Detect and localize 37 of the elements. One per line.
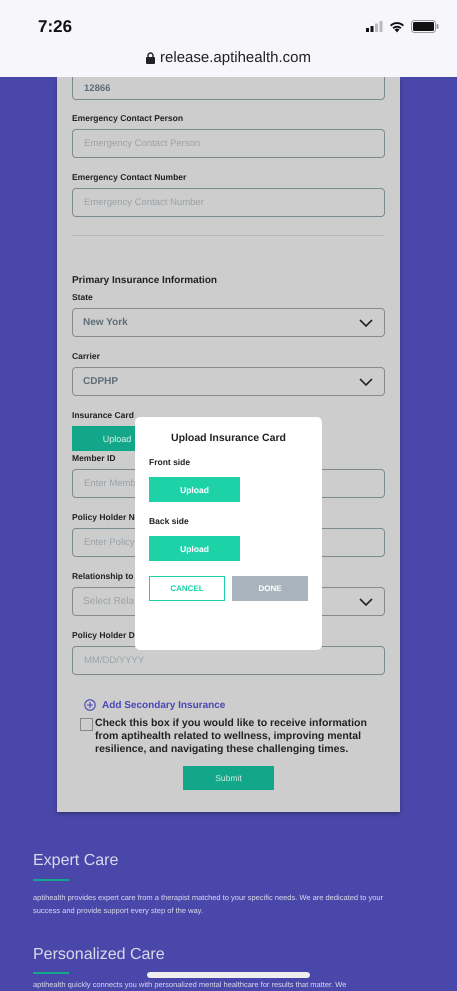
side-label: Back side <box>149 516 190 526</box>
signal-icon <box>366 21 383 32</box>
field-label: Insurance Card <box>72 410 134 421</box>
chevron-down-icon <box>359 318 373 326</box>
lock-icon <box>146 52 156 64</box>
chevron-down-icon <box>359 378 373 386</box>
select-field[interactable]: CDPHP <box>72 367 385 396</box>
field-label: Emergency Contact Number <box>72 172 186 183</box>
select-field[interactable]: New York <box>72 308 385 337</box>
wifi-icon <box>389 20 405 32</box>
chevron-down-icon <box>359 598 373 606</box>
submit-button[interactable]: Submit <box>183 766 274 790</box>
field-label: State <box>72 292 93 303</box>
feature-title: Personalized Care <box>33 946 166 964</box>
input-field[interactable]: 12866 <box>72 77 385 100</box>
cancel-button[interactable]: CANCEL <box>149 576 225 601</box>
upload-button[interactable]: Upload <box>149 536 240 561</box>
consent-checkbox[interactable] <box>80 718 93 731</box>
title-underline <box>33 879 69 881</box>
url-text[interactable]: release.aptihealth.com <box>160 49 311 66</box>
side-label: Front side <box>149 457 192 467</box>
battery-icon <box>411 20 439 33</box>
feature-title: Expert Care <box>33 852 120 870</box>
plus-circle-icon[interactable] <box>84 699 96 711</box>
field-label: Policy Holder N <box>72 512 135 523</box>
clock-time: 7:26 <box>38 17 72 37</box>
field-label: Policy Holder D <box>72 630 135 641</box>
field-label: Emergency Contact Person <box>72 113 184 124</box>
field-label: Relationship to <box>72 571 134 582</box>
upload-button[interactable]: Upload <box>149 477 240 502</box>
add-insurance-link[interactable]: Add Secondary Insurance <box>102 700 226 710</box>
consent-text: Check this box if you would like to receive information from aptihealth related to wellness, improving mental resilience, and navigating these challenging times. <box>95 717 368 756</box>
field-label: Member ID <box>72 453 116 464</box>
dialog-title: Upload Insurance Card <box>170 432 287 444</box>
field-label: Carrier <box>72 351 100 362</box>
title-underline <box>33 972 69 974</box>
section-title: Primary Insurance Information <box>72 275 218 286</box>
